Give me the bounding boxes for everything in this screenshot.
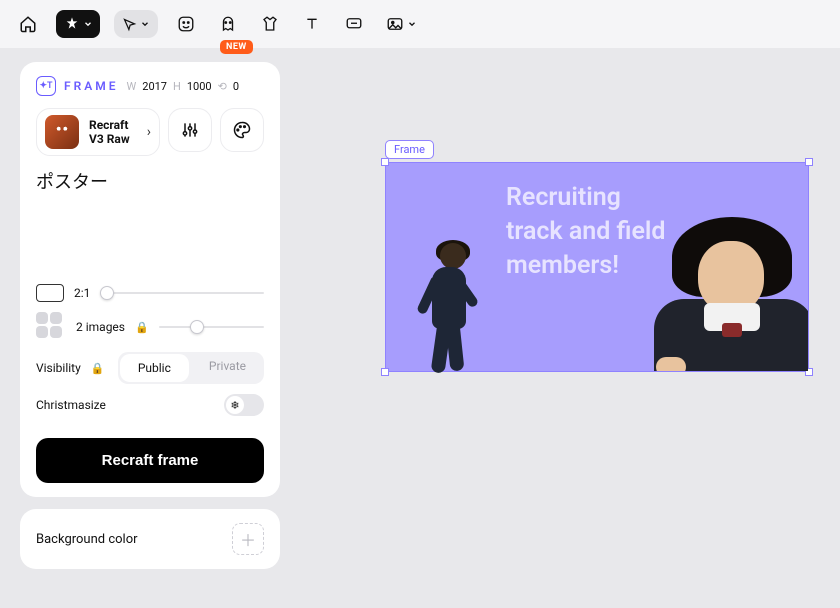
visibility-private[interactable]: Private: [191, 352, 264, 384]
add-bg-color[interactable]: ＋: [232, 523, 264, 555]
resize-handle-tl[interactable]: [381, 158, 389, 166]
home-icon[interactable]: [14, 10, 42, 38]
chevron-right-icon: ›: [147, 124, 151, 140]
shirt-icon[interactable]: [256, 10, 284, 38]
rotation-label: ⟲: [218, 80, 227, 93]
palette-button[interactable]: [220, 108, 264, 152]
face-icon[interactable]: [172, 10, 200, 38]
visibility-segmented[interactable]: Public Private: [118, 352, 264, 384]
christmasize-row: Christmasize ❄: [36, 394, 264, 416]
top-toolbar: [0, 0, 840, 48]
aspect-icon[interactable]: [36, 284, 64, 302]
frame-type-icon[interactable]: ✦T: [36, 76, 56, 96]
frame-label: FRAME: [64, 79, 119, 93]
frame-headline[interactable]: Recruiting track and field members!: [506, 181, 665, 282]
canvas[interactable]: Frame Recruiting track and field members…: [300, 48, 840, 608]
canvas-frame-tag[interactable]: Frame: [385, 140, 434, 159]
frame-dimensions[interactable]: W 2017 H 1000 ⟲ 0: [127, 80, 240, 93]
model-name: Recraft V3 Raw: [89, 118, 130, 147]
aspect-slider[interactable]: [100, 292, 264, 294]
image-tool-icon[interactable]: [382, 10, 420, 38]
cursor-tool[interactable]: [114, 10, 158, 38]
images-slider[interactable]: [159, 326, 264, 328]
lock-icon: 🔒: [91, 362, 105, 375]
palette-icon: [232, 120, 252, 140]
images-grid-icon[interactable]: [36, 312, 66, 342]
snowflake-icon: ❄: [226, 396, 244, 414]
height-value: 1000: [187, 80, 212, 93]
visibility-row: Visibility 🔒 Public Private: [36, 352, 264, 384]
canvas-frame[interactable]: Recruiting track and field members!: [385, 162, 809, 372]
height-label: H: [173, 80, 181, 93]
aspect-label: 2:1: [74, 286, 90, 300]
text-tool-icon[interactable]: [298, 10, 326, 38]
christmasize-label: Christmasize: [36, 398, 106, 412]
side-panel: ✦T FRAME W 2017 H 1000 ⟲ 0 Recraft V3 Ra…: [20, 62, 280, 581]
model-selector[interactable]: Recraft V3 Raw ›: [36, 108, 160, 156]
generate-tool[interactable]: [56, 10, 100, 38]
images-label: 2 images: [76, 320, 125, 334]
runner-figure: [404, 243, 484, 373]
frame-card: ✦T FRAME W 2017 H 1000 ⟲ 0 Recraft V3 Ra…: [20, 62, 280, 497]
new-badge: NEW: [220, 40, 253, 54]
comment-icon[interactable]: [340, 10, 368, 38]
ghost-icon[interactable]: [214, 10, 242, 38]
width-value: 2017: [142, 80, 167, 93]
width-label: W: [127, 80, 137, 93]
model-avatar: [45, 115, 79, 149]
visibility-label: Visibility: [36, 361, 81, 375]
christmasize-toggle[interactable]: ❄: [224, 394, 264, 416]
visibility-public[interactable]: Public: [120, 354, 189, 382]
bg-color-card: Background color ＋: [20, 509, 280, 569]
sliders-icon: [180, 120, 200, 140]
lock-icon: 🔒: [135, 321, 149, 334]
resize-handle-tr[interactable]: [805, 158, 813, 166]
model-row: Recraft V3 Raw ›: [36, 108, 264, 156]
images-row: 2 images 🔒: [36, 312, 264, 342]
prompt-input[interactable]: ポスター: [36, 166, 264, 274]
resize-handle-bl[interactable]: [381, 368, 389, 376]
settings-button[interactable]: [168, 108, 212, 152]
student-figure: [648, 211, 808, 371]
recraft-button[interactable]: Recraft frame: [36, 438, 264, 483]
aspect-row: 2:1: [36, 284, 264, 302]
frame-header: ✦T FRAME W 2017 H 1000 ⟲ 0: [36, 76, 264, 96]
bg-color-label: Background color: [36, 532, 138, 547]
rotation-value: 0: [233, 80, 239, 93]
